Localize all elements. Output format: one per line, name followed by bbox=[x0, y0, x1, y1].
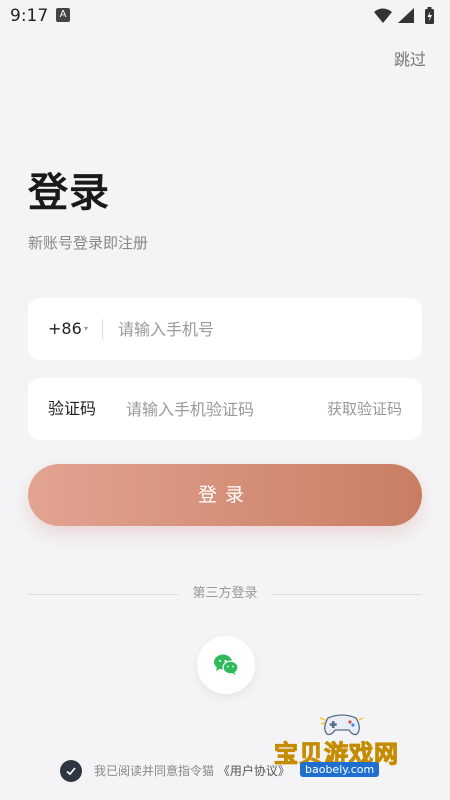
divider-line-right bbox=[272, 594, 422, 595]
wechat-login-button[interactable] bbox=[197, 636, 255, 694]
agreement-statement: 我已阅读并同意指令猫 bbox=[94, 764, 215, 778]
page-title: 登录 bbox=[28, 170, 110, 216]
signal-icon bbox=[398, 8, 414, 23]
phone-input[interactable] bbox=[118, 298, 408, 360]
skip-button[interactable]: 跳过 bbox=[394, 46, 426, 70]
checkmark-icon bbox=[66, 767, 76, 776]
user-agreement-link[interactable]: 《用户协议》 bbox=[218, 764, 290, 778]
battery-icon bbox=[425, 7, 434, 24]
status-icons bbox=[374, 7, 434, 24]
get-code-button[interactable]: 获取验证码 bbox=[327, 378, 402, 440]
phone-field: +86 ▾ bbox=[28, 298, 422, 360]
third-party-divider: 第三方登录 bbox=[28, 584, 422, 604]
status-bar: 9:17 A bbox=[0, 0, 450, 32]
watermark-logo: 宝贝游戏网 baobely.com bbox=[270, 712, 420, 782]
status-time: 9:17 bbox=[10, 6, 49, 26]
code-input[interactable] bbox=[126, 378, 306, 440]
wechat-icon bbox=[214, 654, 239, 675]
country-code-selector[interactable]: +86 bbox=[48, 298, 82, 360]
field-divider bbox=[102, 319, 103, 339]
wifi-icon bbox=[374, 8, 392, 23]
verification-code-field: 验证码 获取验证码 bbox=[28, 378, 422, 440]
login-button[interactable]: 登录 bbox=[28, 464, 422, 526]
agreement-text: 我已阅读并同意指令猫 《用户协议》 bbox=[94, 762, 290, 779]
watermark-url: baobely.com bbox=[300, 762, 380, 777]
code-label: 验证码 bbox=[48, 399, 97, 418]
chevron-down-icon[interactable]: ▾ bbox=[84, 298, 88, 360]
notification-icon: A bbox=[56, 8, 70, 22]
page-subtitle: 新账号登录即注册 bbox=[28, 234, 149, 252]
agreement-checkbox[interactable] bbox=[60, 760, 82, 782]
